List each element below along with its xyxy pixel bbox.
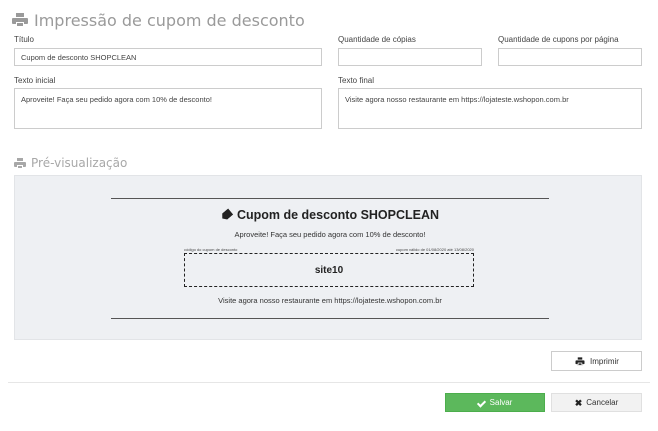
divider xyxy=(111,198,549,199)
save-button[interactable]: Salvar xyxy=(445,393,545,412)
printer-icon xyxy=(12,13,28,27)
page-title: Impressão de cupom de desconto xyxy=(12,9,305,31)
coupon-initial-text: Aproveite! Faça seu pedido agora com 10%… xyxy=(234,230,426,239)
coupon-preview: Cupom de desconto SHOPCLEAN Aproveite! F… xyxy=(14,175,642,340)
save-button-label: Salvar xyxy=(489,398,513,407)
copies-label: Quantidade de cópias xyxy=(338,35,416,44)
page-title-text: Impressão de cupom de desconto xyxy=(34,10,305,30)
divider xyxy=(111,318,549,319)
printer-icon xyxy=(575,356,585,366)
coupon-validity: cupom válido de 01/08/2020 até 13/08/202… xyxy=(395,247,474,252)
coupon-title-text: Cupom de desconto SHOPCLEAN xyxy=(236,208,440,222)
check-icon xyxy=(478,399,486,407)
coupon-code: site10 xyxy=(184,253,474,287)
copies-input[interactable] xyxy=(338,48,482,66)
per-page-input[interactable] xyxy=(498,48,642,66)
title-label: Título xyxy=(14,35,35,44)
printer-icon xyxy=(14,157,26,169)
preview-heading-text: Pré-visualização xyxy=(31,156,128,170)
cancel-button[interactable]: ✖ Cancelar xyxy=(551,393,642,412)
final-text-label: Texto final xyxy=(338,76,375,85)
print-button[interactable]: Imprimir xyxy=(551,351,642,371)
print-button-label: Imprimir xyxy=(590,356,619,366)
footer-divider xyxy=(8,382,650,383)
title-input[interactable]: Cupom de desconto SHOPCLEAN xyxy=(14,48,322,66)
cancel-button-label: Cancelar xyxy=(586,398,619,407)
final-text-field[interactable]: Visite agora nosso restaurante em https:… xyxy=(338,88,642,129)
initial-text-label: Texto inicial xyxy=(14,76,56,85)
coupon-title: Cupom de desconto SHOPCLEAN xyxy=(111,208,549,222)
initial-text-field[interactable]: Aproveite! Faça seu pedido agora com 10%… xyxy=(14,88,322,129)
per-page-label: Quantidade de cupons por página xyxy=(498,35,619,44)
tag-icon xyxy=(220,208,234,221)
close-icon: ✖ xyxy=(574,397,583,408)
preview-heading: Pré-visualização xyxy=(14,155,127,171)
coupon-code-label: código do cupom de desconto xyxy=(184,247,238,252)
coupon-final-text: Visite agora nosso restaurante em https:… xyxy=(218,296,442,305)
